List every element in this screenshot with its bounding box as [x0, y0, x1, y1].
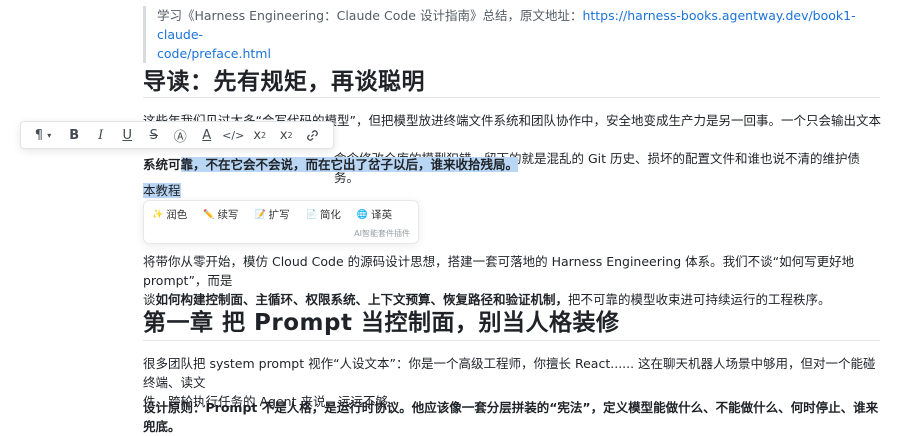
selected-text: 本教程: [143, 183, 181, 198]
superscript-button[interactable]: x2: [247, 123, 274, 147]
expand-button[interactable]: 📝 扩写: [254, 207, 289, 222]
document-icon: 📄: [305, 209, 317, 220]
ai-suite-popup: ✨ 润色 ✏️ 续写 📝 扩写 📄 简化 🌐 译英 AI智能套件插件: [143, 200, 419, 244]
sparkle-icon: ✨: [152, 209, 164, 220]
heading-divider: [143, 340, 880, 341]
heading-intro: 导读：先有规矩，再谈聪明: [143, 69, 425, 95]
simplify-button[interactable]: 📄 简化: [306, 207, 341, 222]
italic-button[interactable]: I: [88, 123, 115, 147]
paragraph-tutorial-start: 本教程: [143, 181, 883, 200]
paragraph-line: 很多团队把 system prompt 视作“人设文本”：你是一个高级工程师，你…: [143, 356, 876, 390]
font-color-icon[interactable]: A: [194, 123, 221, 147]
pencil-icon: ✏️: [203, 209, 215, 220]
blockquote: 学习《Harness Engineering：Claude Code 设计指南》…: [143, 6, 857, 63]
memo-icon: 📝: [254, 209, 266, 220]
continue-writing-button[interactable]: ✏️ 续写: [203, 207, 238, 222]
quote-text: 学习《Harness Engineering：Claude Code 设计指南》…: [157, 8, 583, 23]
heading-divider: [143, 97, 880, 98]
globe-icon: 🌐: [356, 209, 369, 220]
polish-button[interactable]: ✨ 润色: [152, 207, 187, 222]
code-icon[interactable]: </>: [220, 123, 247, 147]
translate-english-button[interactable]: 🌐 译英: [357, 207, 392, 222]
plugin-label: AI智能套件插件: [354, 229, 410, 238]
paragraph-design-principle: 设计原则：Prompt 不是人格，是运行时协议。他应该像一套分层拼装的“宪法”，…: [143, 400, 879, 434]
paragraph-line: 将带你从零开始，模仿 Cloud Code 的源码设计思想，搭建一套可落地的 H…: [143, 254, 855, 288]
link-icon[interactable]: [300, 123, 327, 147]
heading-chapter-1: 第一章 把 Prompt 当控制面，别当人格装修: [143, 310, 620, 336]
highlight-icon[interactable]: Ⓐ: [167, 123, 194, 147]
bold-button[interactable]: B: [61, 123, 88, 147]
bold-text: 系统可: [143, 157, 181, 172]
underline-button[interactable]: U: [114, 123, 141, 147]
strikethrough-button[interactable]: S: [141, 123, 168, 147]
paragraph-reliability: 系统可靠，不在它会不会说，而在它出了岔子以后，谁来收拾残局。: [143, 155, 883, 174]
paragraph-style-button[interactable]: ¶ ▾: [25, 123, 61, 147]
format-toolbar: ¶ ▾ B I U S Ⓐ A </> x2 x2: [20, 121, 334, 149]
subscript-button[interactable]: x2: [273, 123, 300, 147]
paragraph-tutorial: 将带你从零开始，模仿 Cloud Code 的源码设计思想，搭建一套可落地的 H…: [143, 252, 883, 309]
selected-text: 靠，不在它会不会说，而在它出了岔子以后，谁来收拾残局。: [180, 157, 519, 172]
